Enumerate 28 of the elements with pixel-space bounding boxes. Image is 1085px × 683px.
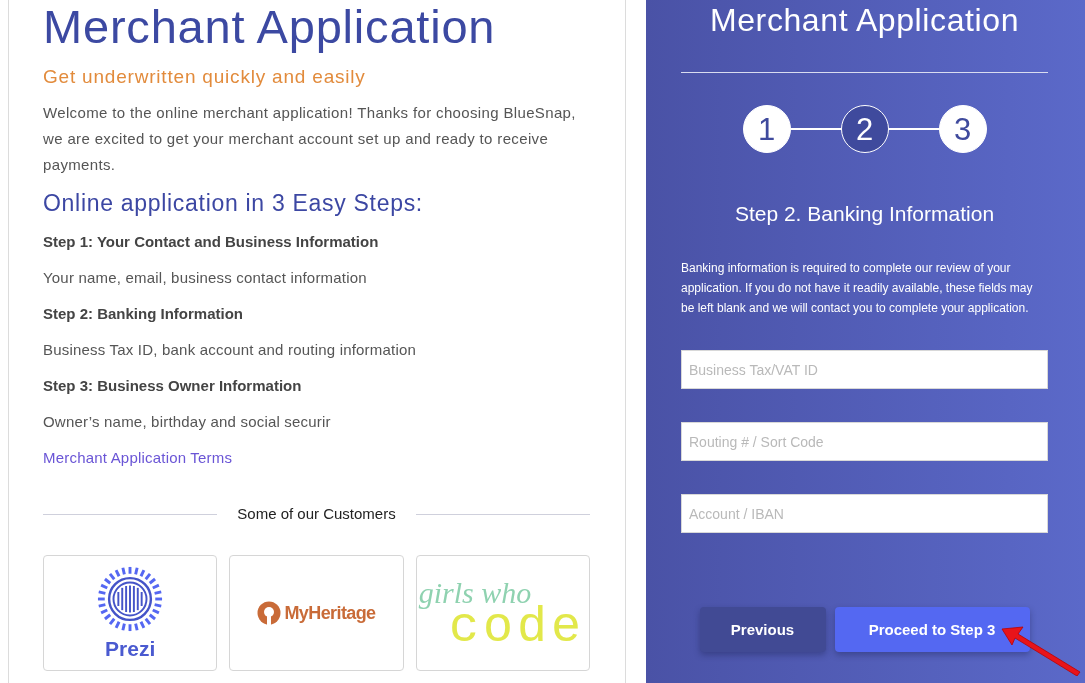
proceed-button[interactable]: Proceed to Step 3 [834, 607, 1030, 652]
form-title: Merchant Application [708, 1, 1021, 40]
pointer-arrow-icon [1001, 626, 1081, 676]
circle-logo-icon [257, 601, 282, 625]
steps-heading: Online application in 3 Easy Steps: [43, 189, 424, 218]
input-field[interactable]: Routing # / Sort Code [681, 422, 1048, 461]
input-field[interactable]: Business Tax/VAT ID [681, 350, 1048, 389]
step-indicator: 1 [742, 105, 791, 153]
step-description: Your name, email, business contact information [43, 268, 368, 288]
welcome-text: Welcome to the online merchant application! Thanks for choosing BlueSnap, we are excited to get your merchant account set up and ready to receive payments. [43, 103, 577, 175]
step-indicator: 3 [938, 105, 987, 153]
step-title: Step 2: Banking Information [43, 304, 244, 324]
step-heading: Step 2. Banking Information [733, 201, 996, 227]
page-title: Merchant Application [43, 0, 497, 54]
input-field[interactable]: Account / IBAN [681, 494, 1048, 533]
previous-button[interactable]: Previous [699, 607, 826, 652]
logo-wordmark: MyHeritage [284, 602, 376, 624]
page-subtitle: Get underwritten quickly and easily [43, 65, 367, 89]
step-description: Owner’s name, birthday and social securir [43, 412, 332, 432]
step-description: Business Tax ID, bank account and routing information [43, 340, 418, 360]
customers-heading: Some of our Customers [237, 504, 396, 524]
logo-wordmark: Prezi [105, 637, 156, 661]
terms-link[interactable]: Merchant Application Terms [43, 440, 233, 476]
banking-note: Banking information is required to complete our review of your application. If you do not have it readily available, these fields may be left blank and we will contact you to complete your application. [681, 260, 1034, 317]
step-title: Step 3: Business Owner Information [43, 376, 303, 396]
step-indicator: 2 [840, 105, 889, 153]
step-title: Step 1: Your Contact and Business Information [43, 232, 380, 252]
ring-logo-icon [96, 565, 165, 633]
